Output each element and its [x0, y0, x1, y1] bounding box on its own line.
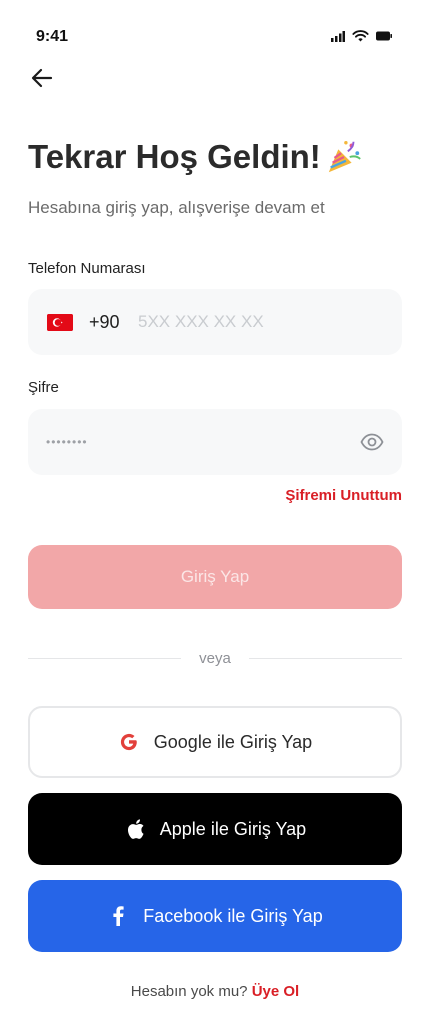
phone-input[interactable]	[138, 303, 378, 341]
google-icon	[118, 731, 140, 753]
page-title-text: Tekrar Hoş Geldin!	[28, 138, 321, 175]
google-login-button[interactable]: Google ile Giriş Yap	[28, 706, 402, 778]
divider: veya	[28, 648, 402, 668]
login-button[interactable]: Giriş Yap	[28, 545, 402, 609]
google-login-label: Google ile Giriş Yap	[153, 731, 313, 752]
password-field[interactable]	[28, 409, 402, 475]
divider-line-right	[248, 657, 402, 659]
apple-login-label: Apple ile Giriş Yap	[159, 818, 307, 839]
forgot-password-link[interactable]: Şifremi Unuttum	[285, 487, 402, 504]
apple-login-button[interactable]: Apple ile Giriş Yap	[28, 793, 402, 865]
password-input[interactable]	[46, 423, 346, 461]
arrow-left-icon	[31, 68, 53, 88]
signal-icon	[331, 30, 345, 42]
eye-icon[interactable]	[360, 431, 384, 453]
status-bar: 9:41	[0, 0, 430, 64]
wifi-icon	[352, 30, 369, 42]
divider-text: veya	[199, 649, 231, 667]
back-button[interactable]	[28, 64, 56, 92]
apple-icon	[124, 818, 146, 840]
signup-link[interactable]: Üye Ol	[252, 983, 300, 1000]
divider-line-left	[28, 657, 182, 659]
signup-prompt: Hesabın yok mu? Üye Ol	[0, 983, 430, 1000]
signup-prompt-text: Hesabın yok mu?	[130, 983, 248, 1000]
facebook-icon	[107, 905, 129, 927]
password-label: Şifre	[28, 379, 59, 396]
turkey-flag-icon[interactable]	[47, 314, 73, 331]
phone-label: Telefon Numarası	[28, 260, 146, 277]
phone-field[interactable]: +90	[28, 289, 402, 355]
facebook-login-label: Facebook ile Giriş Yap	[143, 905, 323, 926]
party-popper-icon	[328, 141, 361, 173]
page-subtitle: Hesabına giriş yap, alışverişe devam et	[28, 198, 325, 217]
status-time: 9:41	[36, 28, 69, 45]
page-title: Tekrar Hoş Geldin!	[28, 138, 363, 176]
facebook-login-button[interactable]: Facebook ile Giriş Yap	[28, 880, 402, 952]
status-icons	[331, 30, 392, 42]
country-code[interactable]: +90	[89, 312, 120, 333]
battery-icon	[376, 31, 392, 41]
